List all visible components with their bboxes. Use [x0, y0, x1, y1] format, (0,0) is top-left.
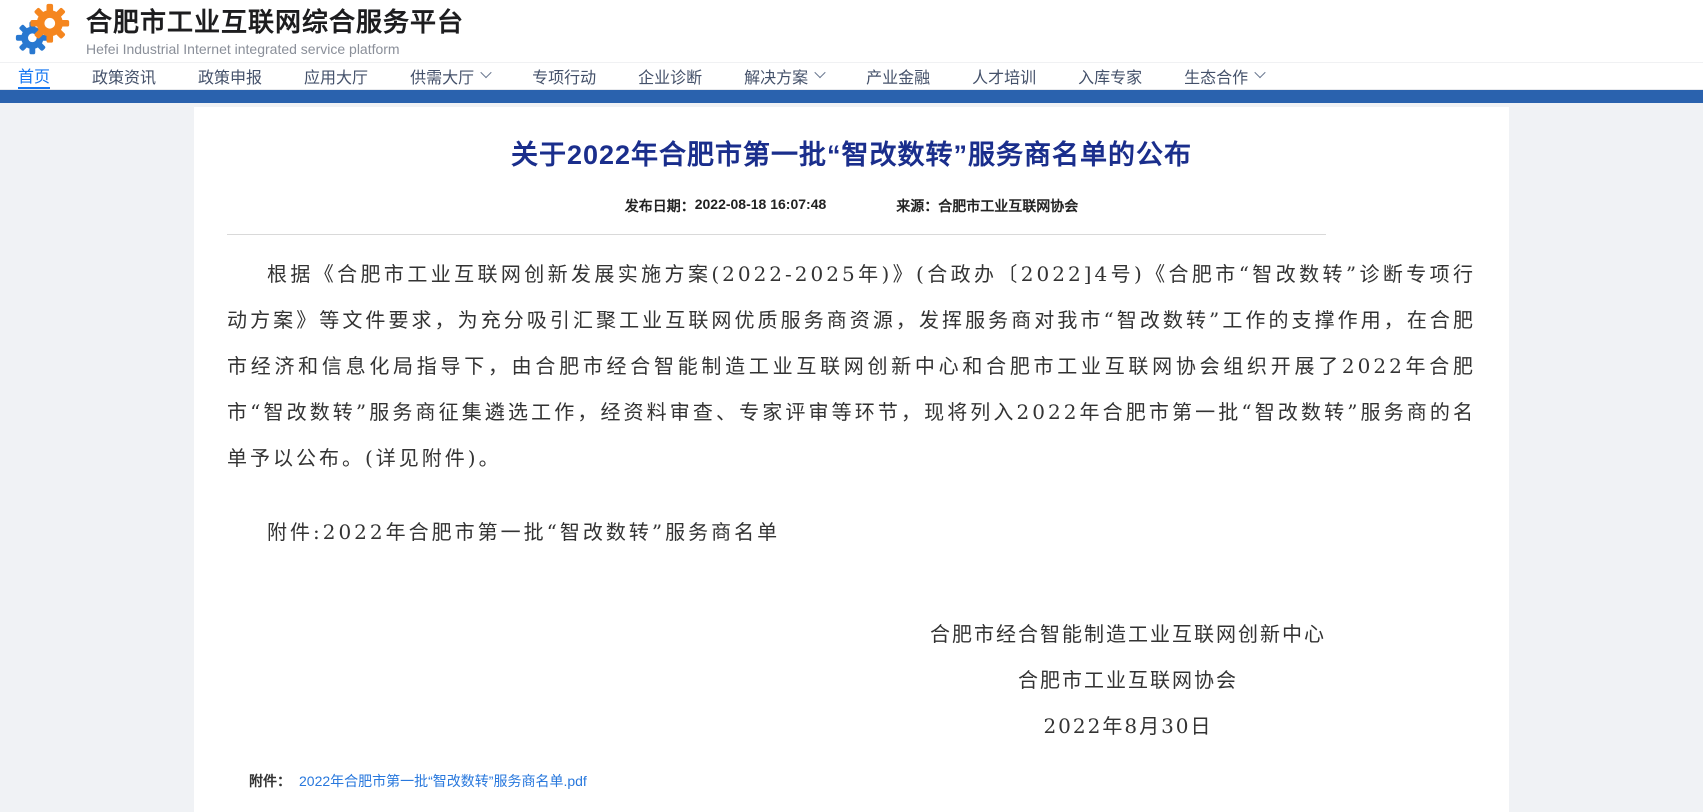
source: 来源： 合肥市工业互联网协会 — [896, 196, 1078, 216]
publish-date-value: 2022-08-18 16:07:48 — [695, 196, 827, 216]
attachment-row: 附件： 2022年合肥市第一批“智改数转”服务商名单.pdf — [249, 771, 1476, 812]
nav-item-solutions[interactable]: 解决方案 — [744, 63, 824, 89]
site-subtitle: Hefei Industrial Internet integrated ser… — [86, 41, 464, 57]
nav-label: 解决方案 — [744, 64, 808, 88]
nav-label: 产业金融 — [866, 64, 930, 88]
nav-label: 入库专家 — [1078, 64, 1142, 88]
nav-label: 专项行动 — [532, 64, 596, 88]
nav-label: 人才培训 — [972, 64, 1036, 88]
chevron-down-icon — [1255, 66, 1266, 77]
nav-label: 政策资讯 — [92, 64, 156, 88]
nav-label: 生态合作 — [1184, 64, 1248, 88]
page: 合肥市工业互联网综合服务平台 Hefei Industrial Internet… — [0, 0, 1703, 812]
nav-item-talent-training[interactable]: 人才培训 — [972, 63, 1036, 89]
content-area: 关于2022年合肥市第一批“智改数转”服务商名单的公布 发布日期： 2022-0… — [0, 90, 1703, 812]
article-card: 关于2022年合肥市第一批“智改数转”服务商名单的公布 发布日期： 2022-0… — [194, 107, 1509, 812]
nav-item-policy-news[interactable]: 政策资讯 — [92, 63, 156, 89]
attachment-label: 附件： — [249, 771, 291, 791]
platform-logo-gear-icon[interactable] — [12, 0, 74, 62]
nav-item-supply-demand-hall[interactable]: 供需大厅 — [410, 63, 490, 89]
attachment-inline-text: 附件:2022年合肥市第一批“智改数转”服务商名单 — [227, 509, 1476, 555]
chevron-down-icon — [814, 66, 825, 77]
source-label: 来源： — [896, 196, 938, 216]
meta-divider — [227, 234, 1326, 235]
publish-date-label: 发布日期： — [625, 196, 695, 216]
nav-item-enterprise-diagnosis[interactable]: 企业诊断 — [638, 63, 702, 89]
article-title: 关于2022年合肥市第一批“智改数转”服务商名单的公布 — [227, 133, 1476, 172]
nav-label: 企业诊断 — [638, 64, 702, 88]
source-value: 合肥市工业互联网协会 — [938, 196, 1078, 216]
nav-item-special-action[interactable]: 专项行动 — [532, 63, 596, 89]
signature-org-2: 合肥市工业互联网协会 — [930, 657, 1326, 703]
nav-label: 首页 — [18, 63, 50, 87]
signature-org-1: 合肥市经合智能制造工业互联网创新中心 — [930, 611, 1326, 657]
article-meta: 发布日期： 2022-08-18 16:07:48 来源： 合肥市工业互联网协会 — [227, 196, 1476, 216]
chevron-down-icon — [480, 66, 491, 77]
signature-date: 2022年8月30日 — [930, 703, 1326, 749]
nav-item-policy-apply[interactable]: 政策申报 — [198, 63, 262, 89]
logo-orange-gear — [30, 4, 69, 43]
publish-date: 发布日期： 2022-08-18 16:07:48 — [625, 196, 827, 216]
nav-item-home[interactable]: 首页 — [18, 63, 50, 89]
nav-item-eco-cooperation[interactable]: 生态合作 — [1184, 63, 1264, 89]
site-title: 合肥市工业互联网综合服务平台 — [86, 6, 464, 38]
nav-label: 政策申报 — [198, 64, 262, 88]
article-body-paragraph: 根据《合肥市工业互联网创新发展实施方案(2022-2025年)》(合政办〔202… — [227, 251, 1476, 481]
nav-item-app-hall[interactable]: 应用大厅 — [304, 63, 368, 89]
attachment-pdf-link[interactable]: 2022年合肥市第一批“智改数转”服务商名单.pdf — [299, 771, 587, 791]
site-header: 合肥市工业互联网综合服务平台 Hefei Industrial Internet… — [0, 0, 1703, 62]
nav-item-industry-finance[interactable]: 产业金融 — [866, 63, 930, 89]
main-nav: 首页 政策资讯 政策申报 应用大厅 供需大厅 专项行动 企业诊断 解决方案 产业… — [0, 62, 1703, 90]
brand-text: 合肥市工业互联网综合服务平台 Hefei Industrial Internet… — [86, 6, 464, 57]
top-blue-band — [0, 90, 1703, 103]
nav-label: 应用大厅 — [304, 64, 368, 88]
nav-label: 供需大厅 — [410, 64, 474, 88]
signature-block: 合肥市经合智能制造工业互联网创新中心 合肥市工业互联网协会 2022年8月30日 — [930, 611, 1326, 749]
nav-item-expert-pool[interactable]: 入库专家 — [1078, 63, 1142, 89]
